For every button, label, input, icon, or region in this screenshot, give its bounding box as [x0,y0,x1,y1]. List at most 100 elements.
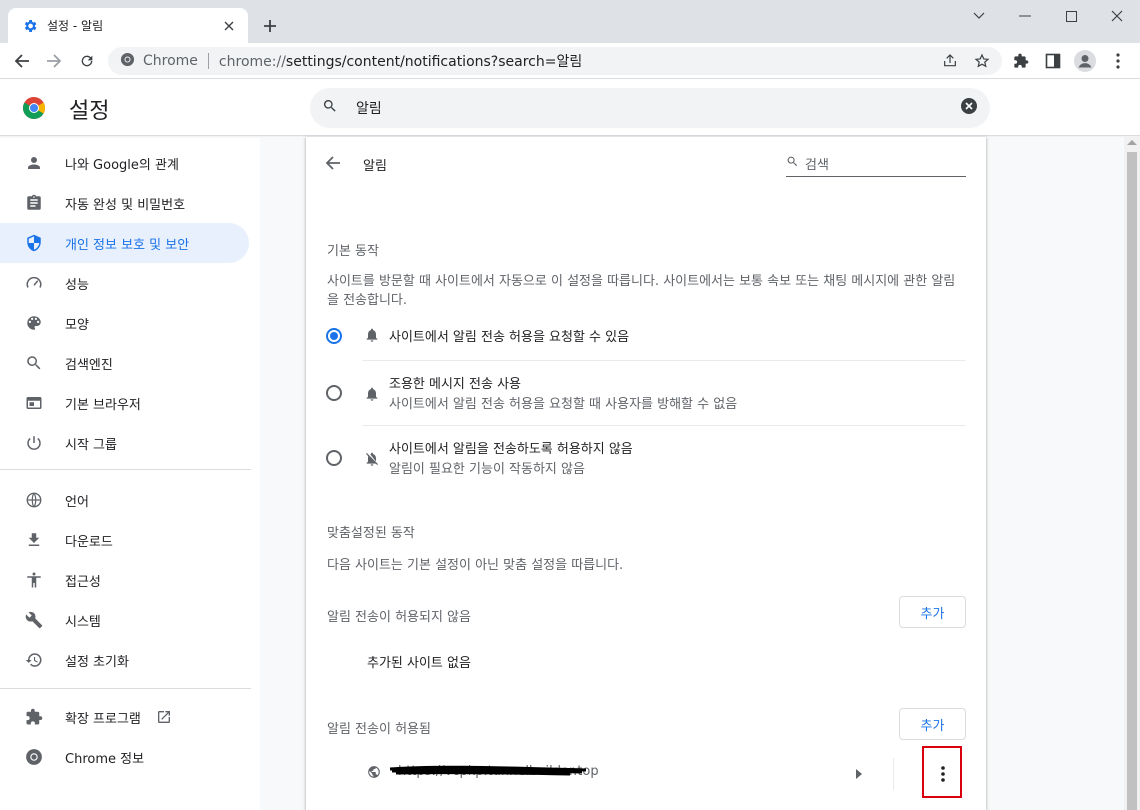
history-icon [24,650,44,670]
wrench-icon [24,610,44,630]
sidebar-item-label: 시스템 [65,614,101,630]
option-label: 조용한 메시지 전송 사용 [389,377,521,392]
section-description: 사이트를 방문할 때 사이트에서 자동으로 이 설정을 따릅니다. 사이트에서는… [327,274,956,308]
sidebar-item-label: 개인 정보 보호 및 보안 [65,237,190,253]
forward-button[interactable] [40,47,68,75]
sidebar-item-downloads[interactable]: 다운로드 [0,520,249,560]
divider [0,469,251,470]
radio-allow-ask[interactable] [326,328,342,344]
sidebar-item-appearance[interactable]: 모양 [0,303,249,343]
option-label: 사이트에서 알림 전송 허용을 요청할 수 있음 [389,330,630,345]
maximize-button[interactable] [1048,4,1094,28]
tab-strip: 설정 - 알림 [0,0,1140,43]
person-icon [24,153,44,173]
section-heading: 맞춤설정된 동작 [327,526,415,541]
url-text: chrome://settings/content/notifications?… [219,51,582,71]
gear-icon [22,18,38,34]
back-button[interactable] [8,47,36,75]
add-blocked-site-button[interactable]: 추가 [899,596,966,628]
empty-list-text: 추가된 사이트 없음 [367,656,471,671]
sidebar-item-languages[interactable]: 언어 [0,480,249,520]
new-tab-button[interactable] [258,14,282,38]
scrollbar-thumb[interactable] [1127,152,1137,810]
url-scheme: chrome:// [218,54,286,70]
sidebar-item-on-startup[interactable]: 시작 그룹 [0,423,249,463]
browser-toolbar: Chrome chrome://settings/content/notific… [0,43,1140,79]
subpage-title: 알림 [363,159,387,174]
window-close-button[interactable] [1094,4,1140,28]
clear-search-icon[interactable] [960,97,978,119]
bookmark-star-icon[interactable] [968,47,996,75]
profile-avatar-icon[interactable] [1071,47,1099,75]
settings-header: 설정 알림 [0,80,1140,136]
sidebar-item-default-browser[interactable]: 기본 브라우저 [0,383,249,423]
globe-icon [367,765,381,783]
power-icon [24,433,44,453]
sidebar-item-extensions[interactable]: 확장 프로그램 [0,697,249,737]
scroll-up-arrow[interactable] [1127,140,1137,145]
shield-icon [24,233,44,253]
divider [362,425,966,426]
card-search-input[interactable]: 검색 [786,150,966,177]
sidebar-item-performance[interactable]: 성능 [0,263,249,303]
page-title: 설정 [69,99,110,124]
allowed-list-heading: 알림 전송이 허용됨 [327,722,431,737]
accessibility-icon [24,570,44,590]
extension-icon [24,707,44,727]
search-placeholder: 검색 [805,157,829,173]
section-description: 다음 사이트는 기본 설정이 아닌 맞춤 설정을 따릅니다. [327,558,624,573]
divider [893,758,894,790]
sidebar-item-accessibility[interactable]: 접근성 [0,560,249,600]
more-menu-icon[interactable] [1104,47,1132,75]
search-icon [786,155,799,172]
side-panel-icon[interactable] [1039,47,1067,75]
bell-icon [364,327,380,347]
sidebar-item-about-chrome[interactable]: Chrome 정보 [0,737,249,777]
sidebar-item-privacy[interactable]: 개인 정보 보호 및 보안 [0,223,249,263]
sidebar-item-search-engine[interactable]: 검색엔진 [0,343,249,383]
blocked-list-heading: 알림 전송이 허용되지 않음 [327,610,471,625]
search-icon [24,353,44,373]
expand-arrow-icon[interactable] [855,768,863,783]
extension-puzzle-icon[interactable] [1007,47,1035,75]
back-arrow-button[interactable] [324,154,342,176]
radio-quiet[interactable] [326,385,342,401]
sidebar-item-label: 나와 Google의 관계 [65,157,179,173]
chevron-down-icon[interactable] [956,4,1002,28]
search-icon [322,98,338,118]
tab-settings[interactable]: 설정 - 알림 [8,8,248,43]
sidebar-item-label: 모양 [65,317,89,333]
redaction-scribble [390,765,586,776]
share-icon[interactable] [936,47,964,75]
sidebar-item-label: Chrome 정보 [65,751,145,767]
sidebar-item-label: 다운로드 [65,534,113,550]
settings-search-input[interactable]: 알림 [310,88,990,128]
search-query: 알림 [356,101,382,117]
palette-icon [24,313,44,333]
sidebar-item-label: 자동 완성 및 비밀번호 [65,197,186,213]
sidebar-item-autofill[interactable]: 자동 완성 및 비밀번호 [0,183,249,223]
reload-button[interactable] [73,47,101,75]
clipboard-icon [24,193,44,213]
divider [0,688,251,689]
section-heading: 기본 동작 [327,244,379,259]
option-sublabel: 사이트에서 알림 전송 허용을 요청할 때 사용자를 방해할 수 없음 [389,397,738,412]
chrome-logo-icon [22,96,46,120]
sidebar-item-label: 성능 [65,277,89,293]
address-bar[interactable]: Chrome chrome://settings/content/notific… [108,47,1002,75]
sidebar-item-label: 검색엔진 [65,357,113,373]
sidebar-item-you-and-google[interactable]: 나와 Google의 관계 [0,143,249,183]
minimize-button[interactable] [1002,4,1048,28]
sidebar-item-label: 설정 초기화 [65,654,129,670]
browser-icon [24,393,44,413]
add-allowed-site-button[interactable]: 추가 [899,708,966,740]
sidebar-item-system[interactable]: 시스템 [0,600,249,640]
tab-title: 설정 - 알림 [47,19,104,33]
close-icon[interactable] [220,17,238,35]
sidebar-item-reset[interactable]: 설정 초기화 [0,640,249,680]
option-label: 사이트에서 알림을 전송하도록 허용하지 않음 [389,442,633,457]
chrome-icon [120,52,135,71]
radio-block[interactable] [326,450,342,466]
speedometer-icon [24,273,44,293]
bell-off-icon [364,451,380,471]
